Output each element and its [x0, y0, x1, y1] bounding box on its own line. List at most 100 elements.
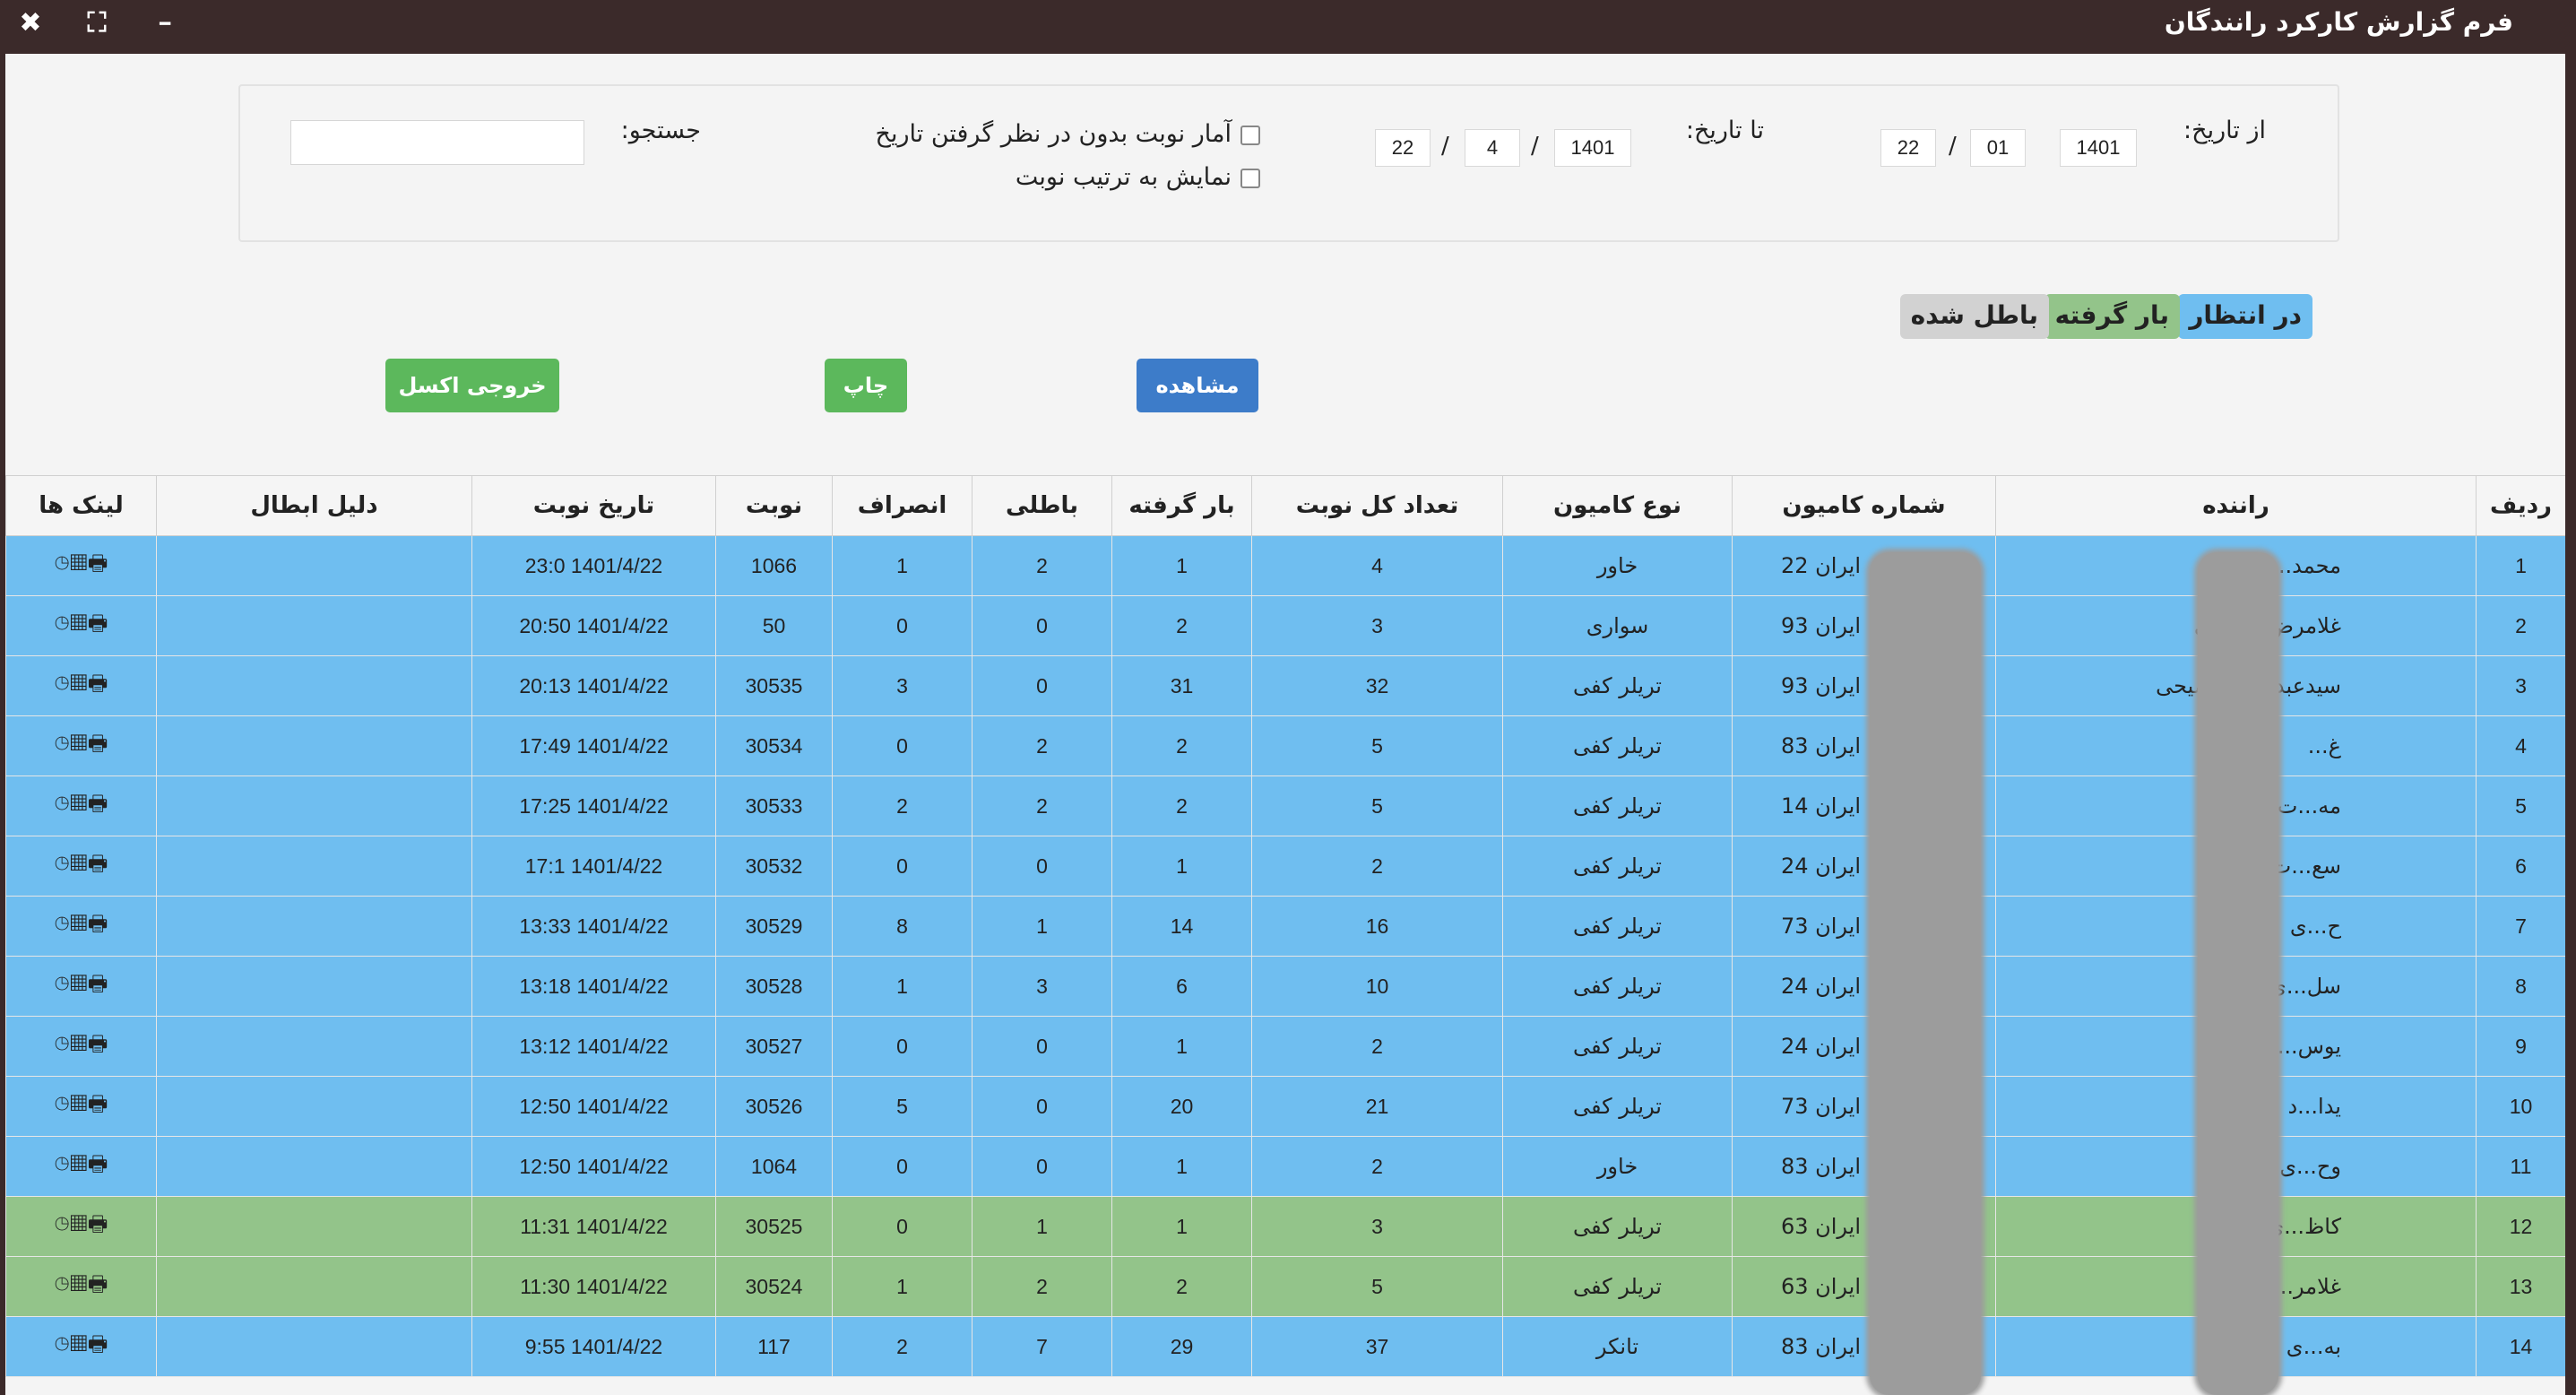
cell-type: تریلر کفی	[1502, 715, 1733, 776]
cell-loaded: 20	[1111, 1076, 1252, 1137]
to-month-input[interactable]: 4	[1465, 129, 1520, 167]
maximize-icon[interactable]: ⛶	[79, 5, 115, 41]
minimize-icon[interactable]: ━	[147, 5, 183, 41]
cell-total: 5	[1251, 775, 1503, 836]
header-cell[interactable]: انصراف	[832, 475, 972, 536]
table-row[interactable]: 2غلامرض...دالینیایران 93سواری3200501401/…	[5, 595, 2565, 656]
excel-export-button[interactable]: خروجی اکسل	[385, 359, 559, 412]
cell-total: 5	[1251, 1256, 1503, 1317]
cell-loaded: 29	[1111, 1316, 1252, 1377]
header-cell[interactable]: نوبت	[715, 475, 833, 536]
cell-void: 0	[972, 595, 1112, 656]
cell-date: 1401/4/22 11:31	[471, 1196, 716, 1257]
legend-waiting: در انتظار	[2178, 294, 2312, 339]
table-row[interactable]: 1 محمد...لویی ایران 22 خاور 4 1 2 1 1066 1401/4/2…	[5, 535, 2565, 596]
cell-links: 🖶▦◷	[5, 896, 157, 957]
close-icon[interactable]: ✖	[13, 5, 48, 41]
cell-cancel: 0	[832, 715, 972, 776]
table-row[interactable]: 14 به...ی ایران 83 تانکر 37 29 7 2 117 1401/4/22 …	[5, 1316, 2565, 1377]
cell-links: 🖶▦◷	[5, 595, 157, 656]
header-cell[interactable]: نوع کامیون	[1502, 475, 1733, 536]
print-calendar-clock-icon[interactable]: 🖶▦◷	[55, 912, 108, 936]
table-row[interactable]: 3 سیدعبدالر... فصیحی ایران 93 تریلر کفی 32 31…	[5, 655, 2565, 716]
cell-turn: 117	[715, 1316, 833, 1377]
cell-loaded: 14	[1111, 896, 1252, 957]
title-bar: ✖ ⛶ ━ فرم گزارش کارکرد رانندگان	[0, 0, 2576, 50]
cell-total: 3	[1251, 1196, 1503, 1257]
table-row[interactable]: 11 وح...ی ایران 83 خاور 2 1 0 0 1064 1401/4/22 12…	[5, 1136, 2565, 1197]
table-row[interactable]: 7 ح...ی ایران 73 تریلر کفی 16 14 1 8 30529 1401/4…	[5, 896, 2565, 957]
to-year-input[interactable]: 1401	[1554, 129, 1631, 167]
cell-reason	[156, 1076, 472, 1137]
cell-date: 1401/4/22 17:1	[471, 836, 716, 897]
table-row[interactable]: 6 سع...ت ایران 24 تریلر کفی 2 1 0 0 30532 1401/4/…	[5, 836, 2565, 897]
cell-cancel: 2	[832, 775, 972, 836]
cell-total: 10	[1251, 956, 1503, 1017]
from-month-input[interactable]: 01	[1970, 129, 2026, 167]
table-row[interactable]: 13غلامر...ش1ایران 63تریلر کفی52213052414…	[5, 1256, 2565, 1317]
header-cell[interactable]: لینک ها	[5, 475, 157, 536]
legend-loaded: بار گرفته	[2044, 294, 2180, 339]
cell-date: 1401/4/22 17:25	[471, 775, 716, 836]
cell-loaded: 1	[1111, 836, 1252, 897]
cell-type: تانکر	[1502, 1316, 1733, 1377]
from-day-input[interactable]: 22	[1880, 129, 1936, 167]
cell-loaded: 1	[1111, 1196, 1252, 1257]
cell-turn: 30524	[715, 1256, 833, 1317]
date-separator: /	[1949, 133, 1957, 160]
table-row[interactable]: 9 یوس...پور ایران 24 تریلر کفی 2 1 0 0 30527 1401…	[5, 1016, 2565, 1077]
cell-links: 🖶▦◷	[5, 956, 157, 1017]
cell-links: 🖶▦◷	[5, 836, 157, 897]
cell-cancel: 0	[832, 1136, 972, 1197]
header-cell[interactable]: بار گرفته	[1111, 475, 1252, 536]
order-checkbox[interactable]	[1240, 169, 1260, 188]
header-cell[interactable]: تاریخ نوبت	[471, 475, 716, 536]
table-row[interactable]: 5 مه...ت ایران 14 تریلر کفی 5 2 2 2 30533 1401/4/…	[5, 775, 2565, 836]
cell-loaded: 2	[1111, 595, 1252, 656]
cell-date: 1401/4/22 13:33	[471, 896, 716, 957]
print-calendar-clock-icon[interactable]: 🖶▦◷	[55, 792, 108, 816]
print-calendar-clock-icon[interactable]: 🖶▦◷	[55, 1272, 108, 1296]
print-calendar-clock-icon[interactable]: 🖶▦◷	[55, 852, 108, 876]
cell-cancel: 5	[832, 1076, 972, 1137]
print-calendar-clock-icon[interactable]: 🖶▦◷	[55, 972, 108, 996]
search-input[interactable]	[290, 120, 584, 165]
header-cell[interactable]: ردیف	[2476, 475, 2565, 536]
table-row[interactable]: 12 کاظ...ی ایران 63 تریلر کفی 3 1 1 0 30525 1401/…	[5, 1196, 2565, 1257]
cell-total: 16	[1251, 896, 1503, 957]
print-calendar-clock-icon[interactable]: 🖶▦◷	[55, 1092, 108, 1116]
from-year-input[interactable]: 1401	[2060, 129, 2137, 167]
header-cell[interactable]: تعداد کل نوبت	[1251, 475, 1503, 536]
table-row[interactable]: 4 غ... ایران 83 تریلر کفی 5 2 2 0 30534 1401/4/22…	[5, 715, 2565, 776]
stats-checkbox[interactable]	[1240, 126, 1260, 145]
cell-links: 🖶▦◷	[5, 1256, 157, 1317]
cell-turn: 1066	[715, 535, 833, 596]
cell-type: تریلر کفی	[1502, 1016, 1733, 1077]
header-cell[interactable]: دلیل ابطال	[156, 475, 472, 536]
print-button[interactable]: چاپ	[825, 359, 907, 412]
cell-total: 21	[1251, 1076, 1503, 1137]
print-calendar-clock-icon[interactable]: 🖶▦◷	[55, 1332, 108, 1356]
cell-type: تریلر کفی	[1502, 1256, 1733, 1317]
print-calendar-clock-icon[interactable]: 🖶▦◷	[55, 611, 108, 636]
table-row[interactable]: 8 سل...ی ایران 24 تریلر کفی 10 6 3 1 30528 1401/4…	[5, 956, 2565, 1017]
table-row[interactable]: 10 یدا...د ایران 73 تریلر کفی 21 20 0 5 30526 140…	[5, 1076, 2565, 1137]
cell-date: 1401/4/22 12:50	[471, 1136, 716, 1197]
print-calendar-clock-icon[interactable]: 🖶▦◷	[55, 672, 108, 696]
to-day-input[interactable]: 22	[1375, 129, 1431, 167]
cell-cancel: 3	[832, 655, 972, 716]
header-cell[interactable]: راننده	[1995, 475, 2477, 536]
cell-links: 🖶▦◷	[5, 655, 157, 716]
from-date-label: از تاریخ:	[2183, 117, 2266, 144]
cell-void: 2	[972, 535, 1112, 596]
cell-void: 0	[972, 655, 1112, 716]
view-button[interactable]: مشاهده	[1137, 359, 1258, 412]
print-calendar-clock-icon[interactable]: 🖶▦◷	[55, 1152, 108, 1176]
print-calendar-clock-icon[interactable]: 🖶▦◷	[55, 551, 108, 576]
print-calendar-clock-icon[interactable]: 🖶▦◷	[55, 1212, 108, 1236]
header-cell[interactable]: شماره کامیون	[1732, 475, 1996, 536]
print-calendar-clock-icon[interactable]: 🖶▦◷	[55, 732, 108, 756]
print-calendar-clock-icon[interactable]: 🖶▦◷	[55, 1032, 108, 1056]
header-cell[interactable]: باطلی	[972, 475, 1112, 536]
cell-num: 2	[2476, 595, 2565, 656]
